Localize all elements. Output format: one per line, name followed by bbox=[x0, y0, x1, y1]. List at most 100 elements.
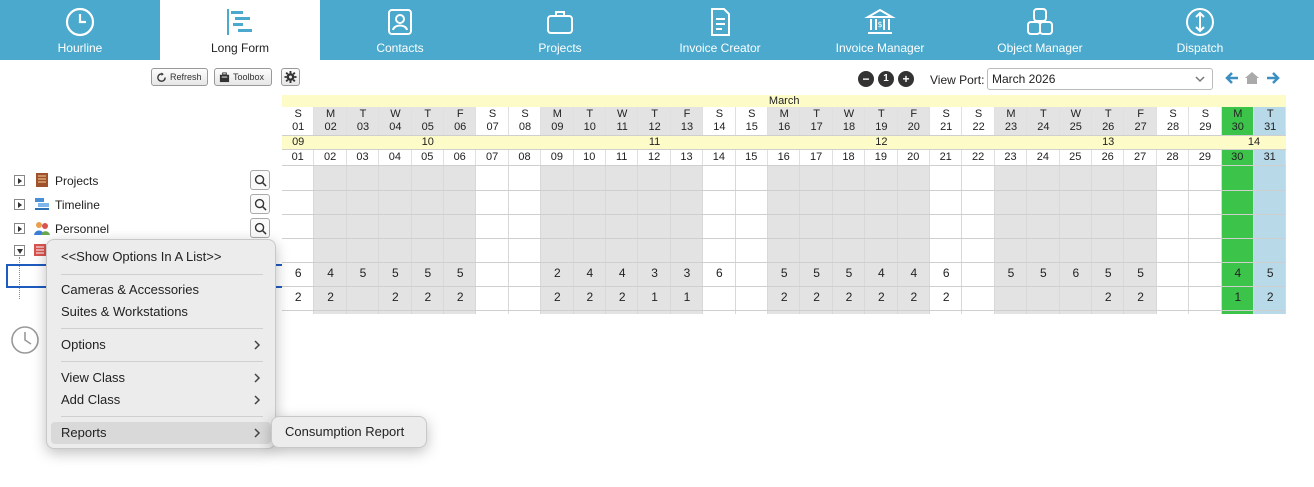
expand-toggle-open[interactable] bbox=[14, 245, 25, 256]
usage-value[interactable]: 2 bbox=[1254, 291, 1286, 305]
day-number-secondary[interactable]: 11 bbox=[606, 150, 639, 165]
day-number-secondary[interactable]: 08 bbox=[508, 150, 542, 165]
day-number[interactable]: 21 bbox=[930, 121, 962, 134]
usage-value[interactable] bbox=[1189, 291, 1221, 305]
day-number[interactable]: 12 bbox=[638, 121, 670, 134]
day-number-secondary[interactable]: 14 bbox=[703, 150, 736, 165]
tab-long-form[interactable]: Long Form bbox=[160, 0, 320, 60]
day-number-secondary[interactable]: 31 bbox=[1254, 150, 1287, 165]
usage-value[interactable]: 6 bbox=[703, 267, 735, 281]
toolbox-button[interactable]: Toolbox bbox=[214, 68, 272, 86]
usage-value[interactable]: 6 bbox=[282, 267, 314, 281]
day-number-secondary[interactable]: 26 bbox=[1092, 150, 1125, 165]
day-number-secondary[interactable]: 10 bbox=[573, 150, 606, 165]
usage-value[interactable]: 2 bbox=[930, 291, 962, 305]
day-number[interactable]: 23 bbox=[995, 121, 1027, 134]
usage-value[interactable]: 2 bbox=[1124, 291, 1156, 305]
usage-value[interactable]: 5 bbox=[768, 267, 800, 281]
tab-projects[interactable]: Projects bbox=[480, 0, 640, 60]
menu-item-show-options-list[interactable]: <<Show Options In A List>> bbox=[51, 246, 271, 268]
day-number-secondary[interactable]: 27 bbox=[1124, 150, 1157, 165]
day-number-secondary[interactable]: 20 bbox=[897, 150, 930, 165]
menu-item-add-class[interactable]: Add Class bbox=[51, 389, 271, 411]
day-number[interactable]: 06 bbox=[444, 121, 476, 134]
usage-value[interactable]: 2 bbox=[412, 291, 444, 305]
day-number-secondary[interactable]: 02 bbox=[314, 150, 347, 165]
usage-value[interactable] bbox=[476, 291, 508, 305]
tree-item-timeline[interactable]: Timeline bbox=[14, 194, 270, 216]
day-number[interactable]: 20 bbox=[898, 121, 930, 134]
day-number[interactable]: 11 bbox=[606, 121, 638, 134]
usage-value[interactable]: 5 bbox=[800, 267, 832, 281]
usage-value[interactable] bbox=[736, 291, 768, 305]
usage-value[interactable]: 1 bbox=[671, 291, 703, 305]
menu-item-suites[interactable]: Suites & Workstations bbox=[51, 301, 271, 323]
arrow-left-icon[interactable] bbox=[1224, 70, 1240, 86]
usage-value[interactable]: 5 bbox=[1027, 267, 1059, 281]
day-number-secondary[interactable]: 04 bbox=[379, 150, 412, 165]
usage-value[interactable]: 2 bbox=[768, 291, 800, 305]
usage-value[interactable]: 2 bbox=[833, 291, 865, 305]
day-number-secondary[interactable]: 06 bbox=[444, 150, 477, 165]
day-number[interactable]: 18 bbox=[833, 121, 865, 134]
usage-value[interactable]: 2 bbox=[898, 291, 930, 305]
usage-value[interactable]: 6 bbox=[930, 267, 962, 281]
day-number[interactable]: 04 bbox=[379, 121, 411, 134]
day-number[interactable]: 30 bbox=[1222, 121, 1254, 134]
day-number[interactable]: 31 bbox=[1254, 121, 1286, 134]
usage-value[interactable]: 2 bbox=[282, 291, 314, 305]
zoom-out-button[interactable]: − bbox=[858, 71, 874, 87]
usage-value[interactable]: 5 bbox=[833, 267, 865, 281]
day-number-secondary[interactable]: 13 bbox=[670, 150, 704, 165]
usage-value[interactable]: 5 bbox=[412, 267, 444, 281]
settings-button[interactable] bbox=[281, 68, 300, 86]
day-number[interactable]: 16 bbox=[768, 121, 800, 134]
usage-value[interactable]: 2 bbox=[606, 291, 638, 305]
usage-value[interactable] bbox=[1157, 267, 1189, 281]
day-number[interactable]: 10 bbox=[574, 121, 606, 134]
refresh-button[interactable]: Refresh bbox=[151, 68, 208, 86]
day-number-secondary[interactable]: 17 bbox=[800, 150, 833, 165]
expand-toggle[interactable] bbox=[14, 175, 25, 186]
tab-invoice-creator[interactable]: Invoice Creator bbox=[640, 0, 800, 60]
day-number-secondary[interactable]: 22 bbox=[962, 150, 995, 165]
usage-value[interactable]: 5 bbox=[347, 267, 379, 281]
usage-value[interactable]: 2 bbox=[574, 291, 606, 305]
usage-value[interactable]: 5 bbox=[379, 267, 411, 281]
menu-item-cameras[interactable]: Cameras & Accessories bbox=[51, 279, 271, 301]
day-number[interactable]: 07 bbox=[476, 121, 508, 134]
zoom-reset-button[interactable]: 1 bbox=[878, 71, 894, 87]
usage-value[interactable] bbox=[509, 291, 541, 305]
tab-invoice-manager[interactable]: $ Invoice Manager bbox=[800, 0, 960, 60]
day-number-secondary[interactable]: 23 bbox=[994, 150, 1028, 165]
usage-value[interactable]: 2 bbox=[541, 267, 573, 281]
expand-toggle[interactable] bbox=[14, 223, 25, 234]
usage-value[interactable]: 2 bbox=[444, 291, 476, 305]
day-number[interactable]: 19 bbox=[865, 121, 897, 134]
usage-value[interactable]: 2 bbox=[1092, 291, 1124, 305]
day-number[interactable]: 02 bbox=[314, 121, 346, 134]
usage-value[interactable]: 5 bbox=[995, 267, 1027, 281]
day-number[interactable]: 27 bbox=[1124, 121, 1156, 134]
day-number-secondary[interactable]: 05 bbox=[411, 150, 444, 165]
day-number-secondary[interactable]: 28 bbox=[1156, 150, 1190, 165]
day-number-secondary[interactable]: 16 bbox=[768, 150, 801, 165]
day-number[interactable]: 13 bbox=[671, 121, 703, 134]
usage-value[interactable]: 2 bbox=[865, 291, 897, 305]
tab-hourline[interactable]: Hourline bbox=[0, 0, 160, 60]
menu-item-view-class[interactable]: View Class bbox=[51, 367, 271, 389]
day-number-secondary[interactable]: 12 bbox=[638, 150, 671, 165]
usage-value[interactable]: 4 bbox=[898, 267, 930, 281]
day-number-secondary[interactable]: 03 bbox=[346, 150, 380, 165]
day-number[interactable]: 15 bbox=[736, 121, 768, 134]
tree-item-projects[interactable]: Projects bbox=[14, 170, 270, 192]
usage-value[interactable] bbox=[476, 267, 508, 281]
day-number[interactable]: 14 bbox=[703, 121, 735, 134]
day-number-secondary[interactable]: 29 bbox=[1189, 150, 1222, 165]
usage-value[interactable] bbox=[703, 291, 735, 305]
menu-item-options[interactable]: Options bbox=[51, 334, 271, 356]
day-number[interactable]: 09 bbox=[541, 121, 573, 134]
clock-icon[interactable] bbox=[10, 325, 40, 355]
day-number[interactable]: 17 bbox=[800, 121, 832, 134]
usage-value[interactable] bbox=[509, 267, 541, 281]
